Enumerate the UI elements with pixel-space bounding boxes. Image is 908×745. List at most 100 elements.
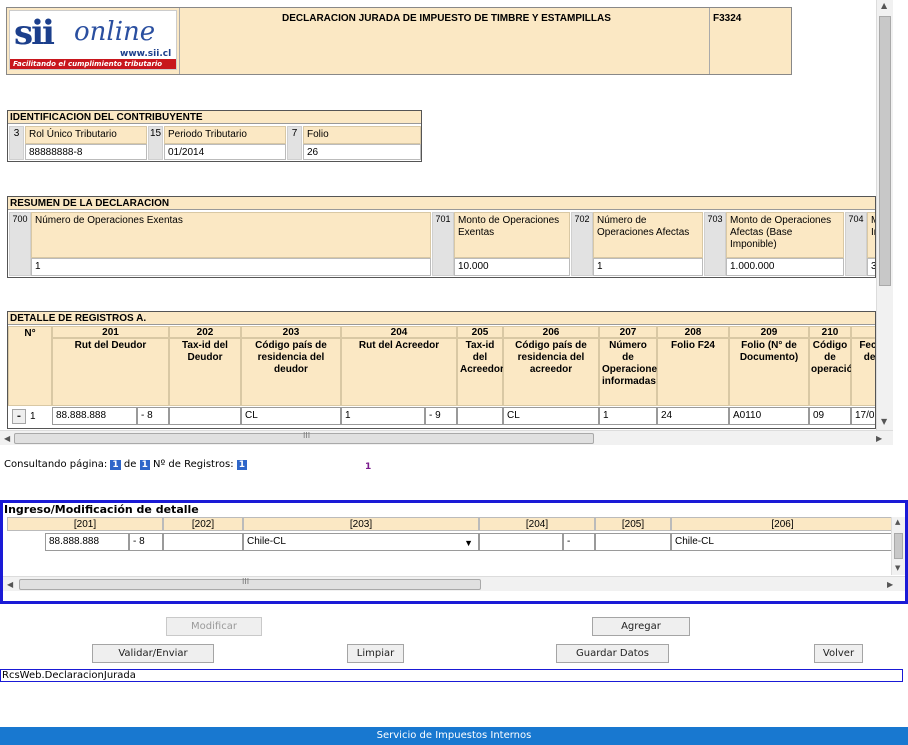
page-link[interactable]: 1 — [365, 462, 371, 472]
column-number: 207 — [599, 326, 657, 338]
identificacion-section: IDENTIFICACION DEL CONTRIBUYENTE 3 Rol Ú… — [7, 110, 422, 162]
page-vertical-scrollbar[interactable]: ▲ ▼ — [876, 0, 893, 430]
ingreso-vertical-scrollbar[interactable]: ▲ ▼ — [891, 517, 905, 575]
column-header: Código país de residencia del deudor — [241, 338, 341, 406]
ingreso-taxid-input[interactable] — [163, 533, 243, 551]
taxid-deudor-input[interactable] — [169, 407, 241, 425]
scroll-left-arrow-icon[interactable]: ◀ — [7, 581, 13, 589]
column-number: 209 — [729, 326, 809, 338]
field-number: 703 — [704, 212, 726, 276]
column-number: 204 — [341, 326, 457, 338]
ingreso-pais-select[interactable]: Chile-CL ▼ — [243, 533, 479, 551]
field-number: 7 — [287, 126, 302, 160]
scroll-thumb[interactable]: III — [14, 431, 594, 444]
column-number — [851, 326, 875, 338]
rut-acreedor-input[interactable]: 1 — [341, 407, 425, 425]
ingreso-title: Ingreso/Modificación de detalle — [4, 503, 199, 516]
grip-icon: III — [242, 577, 250, 586]
field-number: 701 — [432, 212, 454, 276]
status-bar: RcsWeb.DeclaracionJurada — [0, 669, 903, 682]
ingreso-pais-acreedor-select[interactable]: Chile-CL — [671, 533, 894, 551]
field-number: 702 — [571, 212, 593, 276]
dv-deudor-input[interactable]: - 8 — [137, 407, 169, 425]
form-code: F3324 — [713, 13, 742, 24]
section-title: DETALLE DE REGISTROS A. — [8, 312, 875, 325]
records-badge: 1 — [236, 460, 248, 470]
folio-f24-input[interactable]: 24 — [657, 407, 729, 425]
ingreso-horizontal-scrollbar[interactable]: ◀ III ▶ — [3, 576, 905, 591]
scroll-right-arrow-icon[interactable]: ▶ — [887, 581, 893, 589]
pais-acreedor-input[interactable]: CL — [503, 407, 599, 425]
section-title: IDENTIFICACION DEL CONTRIBUYENTE — [8, 111, 421, 124]
column-number: 210 — [809, 326, 851, 338]
section-title: RESUMEN DE LA DECLARACION — [8, 197, 875, 210]
field-label: Periodo Tributario — [164, 126, 286, 144]
logo-url: www.sii.cl — [120, 49, 172, 59]
table-row: - 1 88.888.888 - 8 CL 1 - 9 CL 1 24 A011… — [8, 406, 875, 428]
field-label: Rol Único Tributario — [25, 126, 147, 144]
dropdown-arrow-icon: ▼ — [464, 538, 473, 548]
volver-button[interactable]: Volver — [814, 644, 863, 663]
column-header: Tax-id del Acreedor — [457, 338, 504, 406]
column-header-n: N° — [8, 326, 52, 406]
scroll-thumb[interactable] — [894, 533, 903, 559]
taxid-acreedor-input[interactable] — [457, 407, 503, 425]
column-header: Fech del — [851, 338, 875, 406]
scroll-down-arrow-icon[interactable]: ▼ — [881, 418, 887, 426]
logo-brand-sii: sii — [14, 13, 55, 53]
validar-enviar-button[interactable]: Validar/Enviar — [92, 644, 214, 663]
rut-deudor-input[interactable]: 88.888.888 — [52, 407, 137, 425]
field-number: 700 — [9, 212, 31, 276]
detalle-section: DETALLE DE REGISTROS A. N° 201 Rut del D… — [7, 311, 876, 429]
column-header: Rut del Deudor — [52, 338, 169, 406]
column-header: Folio (N° de Documento) — [729, 338, 809, 406]
detalle-horizontal-scrollbar[interactable]: ◀ III ▶ — [0, 430, 893, 445]
ingreso-grid: [201] [202] [203] [204] [205] [206] 88.8… — [7, 517, 894, 575]
periodo-field: 01/2014 — [164, 144, 286, 160]
modificar-button[interactable]: Modificar — [166, 617, 262, 636]
codigo-operacion-input[interactable]: 09 — [809, 407, 851, 425]
scroll-down-arrow-icon[interactable]: ▼ — [895, 565, 900, 572]
column-header: Código país de residencia del acreedor — [503, 338, 599, 406]
guardar-datos-button[interactable]: Guardar Datos — [556, 644, 669, 663]
monto-impuesto-field: 33.0 — [867, 258, 875, 276]
scroll-left-arrow-icon[interactable]: ◀ — [4, 435, 10, 443]
ingreso-dv-input[interactable]: - 8 — [129, 533, 163, 551]
fecha-input[interactable]: 17/0! — [851, 407, 875, 425]
column-header: Rut del Acreedor — [341, 338, 457, 406]
form-title: DECLARACION JURADA DE IMPUESTO DE TIMBRE… — [282, 13, 611, 24]
logo: sii online www.sii.cl Facilitando el cum… — [9, 10, 177, 70]
scroll-thumb[interactable] — [879, 16, 891, 286]
field-label: Número de Operaciones Afectas — [593, 212, 703, 258]
field-label: Monto de Operaciones Afectas (Base Impon… — [726, 212, 844, 258]
column-number: 205 — [457, 326, 503, 338]
column-header: Folio F24 — [657, 338, 729, 406]
rut-field: 88888888-8 — [25, 144, 147, 160]
column-header: Número de Operaciones informadas — [599, 338, 663, 406]
remove-row-button[interactable]: - — [12, 409, 26, 424]
column-number: 203 — [241, 326, 341, 338]
scroll-thumb[interactable]: III — [19, 577, 481, 590]
scroll-right-arrow-icon[interactable]: ▶ — [876, 435, 882, 443]
scroll-up-arrow-icon[interactable]: ▲ — [895, 519, 900, 526]
limpiar-button[interactable]: Limpiar — [347, 644, 404, 663]
operaciones-exentas-field: 1 — [31, 258, 431, 276]
ingreso-rut-acreedor-input[interactable] — [479, 533, 563, 551]
pais-deudor-input[interactable]: CL — [241, 407, 341, 425]
column-number: 201 — [52, 326, 169, 338]
resumen-section: RESUMEN DE LA DECLARACION 700 Número de … — [7, 196, 876, 278]
field-label: Número de Operaciones Exentas — [31, 212, 431, 258]
ingreso-taxid-acreedor-input[interactable] — [595, 533, 671, 551]
monto-afectas-field: 1.000.000 — [726, 258, 844, 276]
operaciones-input[interactable]: 1 — [599, 407, 657, 425]
scroll-up-arrow-icon[interactable]: ▲ — [881, 2, 887, 10]
ingreso-dv-acreedor-input[interactable]: - — [563, 533, 595, 551]
field-number: 15 — [148, 126, 163, 160]
dv-acreedor-input[interactable]: - 9 — [425, 407, 457, 425]
header-divider — [179, 8, 180, 74]
ingreso-rut-input[interactable]: 88.888.888 — [45, 533, 129, 551]
column-header: [206] — [671, 517, 894, 531]
agregar-button[interactable]: Agregar — [592, 617, 690, 636]
logo-brand-online: online — [74, 17, 156, 47]
folio-doc-input[interactable]: A0110 — [729, 407, 809, 425]
